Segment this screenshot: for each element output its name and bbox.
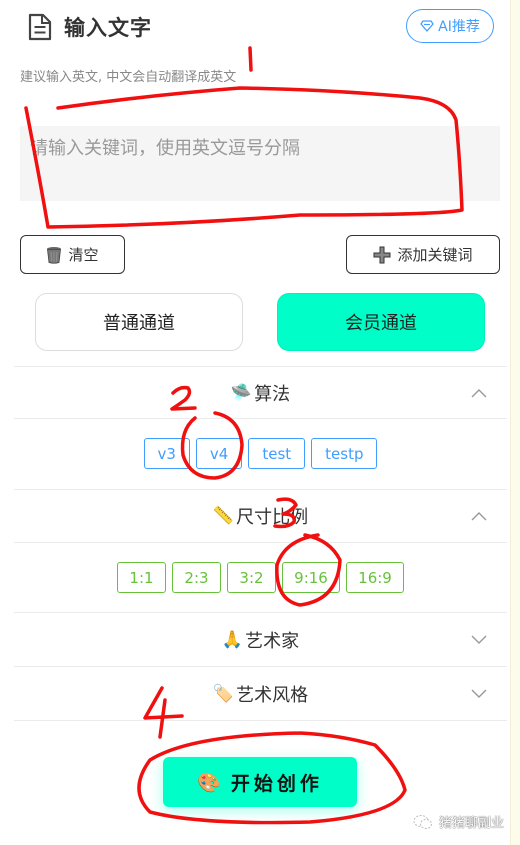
ruler-icon: 📏	[212, 505, 235, 526]
ratio-option-16-9[interactable]: 16:9	[346, 562, 404, 593]
section-style-label: 艺术风格	[236, 684, 309, 706]
wastebasket-icon	[47, 246, 62, 264]
ai-recommend-label: AI推荐	[438, 19, 480, 35]
algorithm-option-v4[interactable]: v4	[195, 438, 243, 469]
document-icon	[28, 13, 52, 41]
add-keyword-label: 添加关键词	[397, 246, 473, 264]
ratio-option-2-3[interactable]: 2:3	[172, 562, 221, 593]
algorithm-option-v3[interactable]: v3	[143, 438, 190, 469]
label-tag-icon: 🏷️	[212, 683, 235, 704]
chevron-up-icon	[471, 388, 487, 397]
ratio-option-9-16[interactable]: 9:16	[282, 562, 340, 593]
channel-normal-label: 普通通道	[103, 313, 175, 334]
algorithm-options: v3 v4 test testp	[14, 418, 507, 488]
channel-vip-label: 会员通道	[345, 313, 417, 334]
ratio-option-3-2[interactable]: 3:2	[227, 562, 276, 593]
folded-hands-icon: 🙏	[221, 629, 244, 650]
start-create-label: 开始创作	[230, 772, 323, 795]
keyword-input[interactable]	[20, 126, 500, 201]
palette-icon: 🎨	[197, 771, 225, 794]
section-ratio-label: 尺寸比例	[236, 506, 309, 528]
divider	[14, 720, 507, 721]
section-algorithm-label: 算法	[254, 383, 291, 405]
start-create-button[interactable]: 🎨 开始创作	[163, 757, 357, 807]
section-ratio-header[interactable]: 📏 尺寸比例	[14, 489, 507, 541]
watermark: 猪猪聊副业	[413, 812, 504, 831]
chevron-down-icon	[471, 689, 487, 698]
ratio-options: 1:1 2:3 3:2 9:16 16:9	[14, 542, 507, 612]
chevron-up-icon	[471, 511, 487, 520]
clear-button[interactable]: 清空	[20, 235, 125, 274]
algorithm-option-testp[interactable]: testp	[311, 438, 378, 469]
watermark-text: 猪猪聊副业	[439, 816, 505, 831]
section-artist-header[interactable]: 🙏 艺术家	[14, 612, 507, 666]
add-keyword-button[interactable]: 添加关键词	[346, 235, 500, 274]
plus-icon	[373, 246, 391, 263]
ai-recommend-button[interactable]: AI推荐	[406, 9, 494, 43]
clear-label: 清空	[68, 246, 99, 264]
section-algorithm-header[interactable]: 🛸 算法	[14, 366, 507, 418]
channel-normal-button[interactable]: 普通通道	[35, 293, 243, 351]
section-style-header[interactable]: 🏷️ 艺术风格	[14, 666, 507, 720]
chevron-down-icon	[471, 635, 487, 644]
section-artist-label: 艺术家	[245, 630, 300, 652]
scrollbar-track	[510, 0, 520, 845]
wechat-icon	[413, 814, 432, 829]
diamond-icon	[420, 20, 434, 32]
input-hint: 建议输入英文, 中文会自动翻译成英文	[20, 70, 237, 85]
ufo-icon: 🛸	[230, 382, 253, 403]
header: 输入文字 AI推荐	[0, 0, 510, 55]
ratio-option-1-1[interactable]: 1:1	[117, 562, 166, 593]
algorithm-option-test[interactable]: test	[248, 438, 306, 469]
page-title: 输入文字	[64, 16, 152, 40]
channel-vip-button[interactable]: 会员通道	[277, 293, 485, 351]
